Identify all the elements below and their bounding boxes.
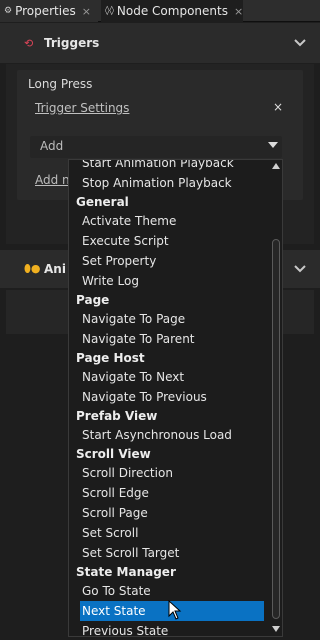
- triggers-icon: ⟲: [24, 36, 34, 50]
- tab-properties[interactable]: ⚙ Properties ×: [0, 0, 98, 22]
- close-icon[interactable]: ×: [234, 5, 243, 18]
- scroll-up-icon[interactable]: [272, 162, 280, 171]
- dropdown-item[interactable]: Set Scroll: [69, 523, 269, 543]
- tab-label: Properties: [15, 4, 76, 18]
- dropdown-group-header: Page Host: [76, 351, 145, 365]
- dropdown-item[interactable]: Scroll Edge: [69, 483, 269, 503]
- properties-icon: ⚙: [4, 6, 13, 16]
- dropdown-item[interactable]: Scroll Page: [69, 503, 269, 523]
- dropdown-item[interactable]: Navigate To Previous: [69, 387, 269, 407]
- mouse-cursor-icon: [168, 600, 182, 620]
- dropdown-group-header: Scroll View: [76, 447, 151, 461]
- add-trigger-link[interactable]: Add n: [35, 173, 70, 187]
- add-placeholder: Add: [40, 139, 64, 153]
- trigger-settings-link[interactable]: Trigger Settings: [35, 101, 129, 115]
- tab-label: Node Components: [116, 4, 228, 18]
- section-title: Ani: [44, 262, 66, 276]
- chevron-down-icon[interactable]: [294, 262, 306, 276]
- dropdown-item[interactable]: Write Log: [69, 271, 269, 291]
- scrollbar-thumb[interactable]: [272, 239, 280, 619]
- dropdown-item[interactable]: Activate Theme: [69, 211, 269, 231]
- animations-icon: ⬮●: [24, 262, 41, 275]
- tab-node-components[interactable]: ◊◊ Node Components ×: [101, 0, 243, 22]
- trigger-name: Long Press: [28, 77, 93, 91]
- dropdown-group-header: Page: [76, 293, 110, 307]
- add-action-dropdown[interactable]: Add: [30, 136, 282, 158]
- tab-bar: ⚙ Properties × ◊◊ Node Components ×: [0, 0, 320, 22]
- dropdown-items: Start Animation Playback Stop Animation P…: [69, 160, 269, 636]
- dropdown-group-header: Prefab View: [76, 409, 158, 423]
- dropdown-item[interactable]: Stop Animation Playback: [69, 173, 269, 193]
- close-icon[interactable]: ×: [82, 5, 91, 18]
- dropdown-item[interactable]: Navigate To Page: [69, 309, 269, 329]
- remove-trigger-icon[interactable]: ×: [273, 100, 283, 114]
- action-dropdown-list: Start Animation Playback Stop Animation P…: [68, 159, 283, 637]
- dropdown-scrollbar[interactable]: [270, 161, 282, 635]
- dropdown-item[interactable]: Set Scroll Target: [69, 543, 269, 563]
- scroll-down-icon[interactable]: [272, 625, 280, 634]
- dropdown-item[interactable]: Navigate To Parent: [69, 329, 269, 349]
- dropdown-item[interactable]: Previous State: [69, 621, 269, 636]
- section-title: Triggers: [44, 36, 100, 50]
- dropdown-group-header: State Manager: [76, 565, 176, 579]
- caret-down-icon: [268, 140, 278, 151]
- dropdown-item[interactable]: Scroll Direction: [69, 463, 269, 483]
- chevron-down-icon[interactable]: [294, 36, 306, 50]
- dropdown-item[interactable]: Go To State: [69, 581, 269, 601]
- dropdown-item[interactable]: Start Animation Playback: [69, 160, 269, 173]
- triggers-section-header[interactable]: ⟲ Triggers: [0, 23, 320, 63]
- dropdown-group-header: General: [76, 195, 129, 209]
- node-components-icon: ◊◊: [105, 6, 114, 16]
- dropdown-item[interactable]: Navigate To Next: [69, 367, 269, 387]
- dropdown-item[interactable]: Set Property: [69, 251, 269, 271]
- dropdown-item[interactable]: Start Asynchronous Load: [69, 425, 269, 445]
- dropdown-item[interactable]: Execute Script: [69, 231, 269, 251]
